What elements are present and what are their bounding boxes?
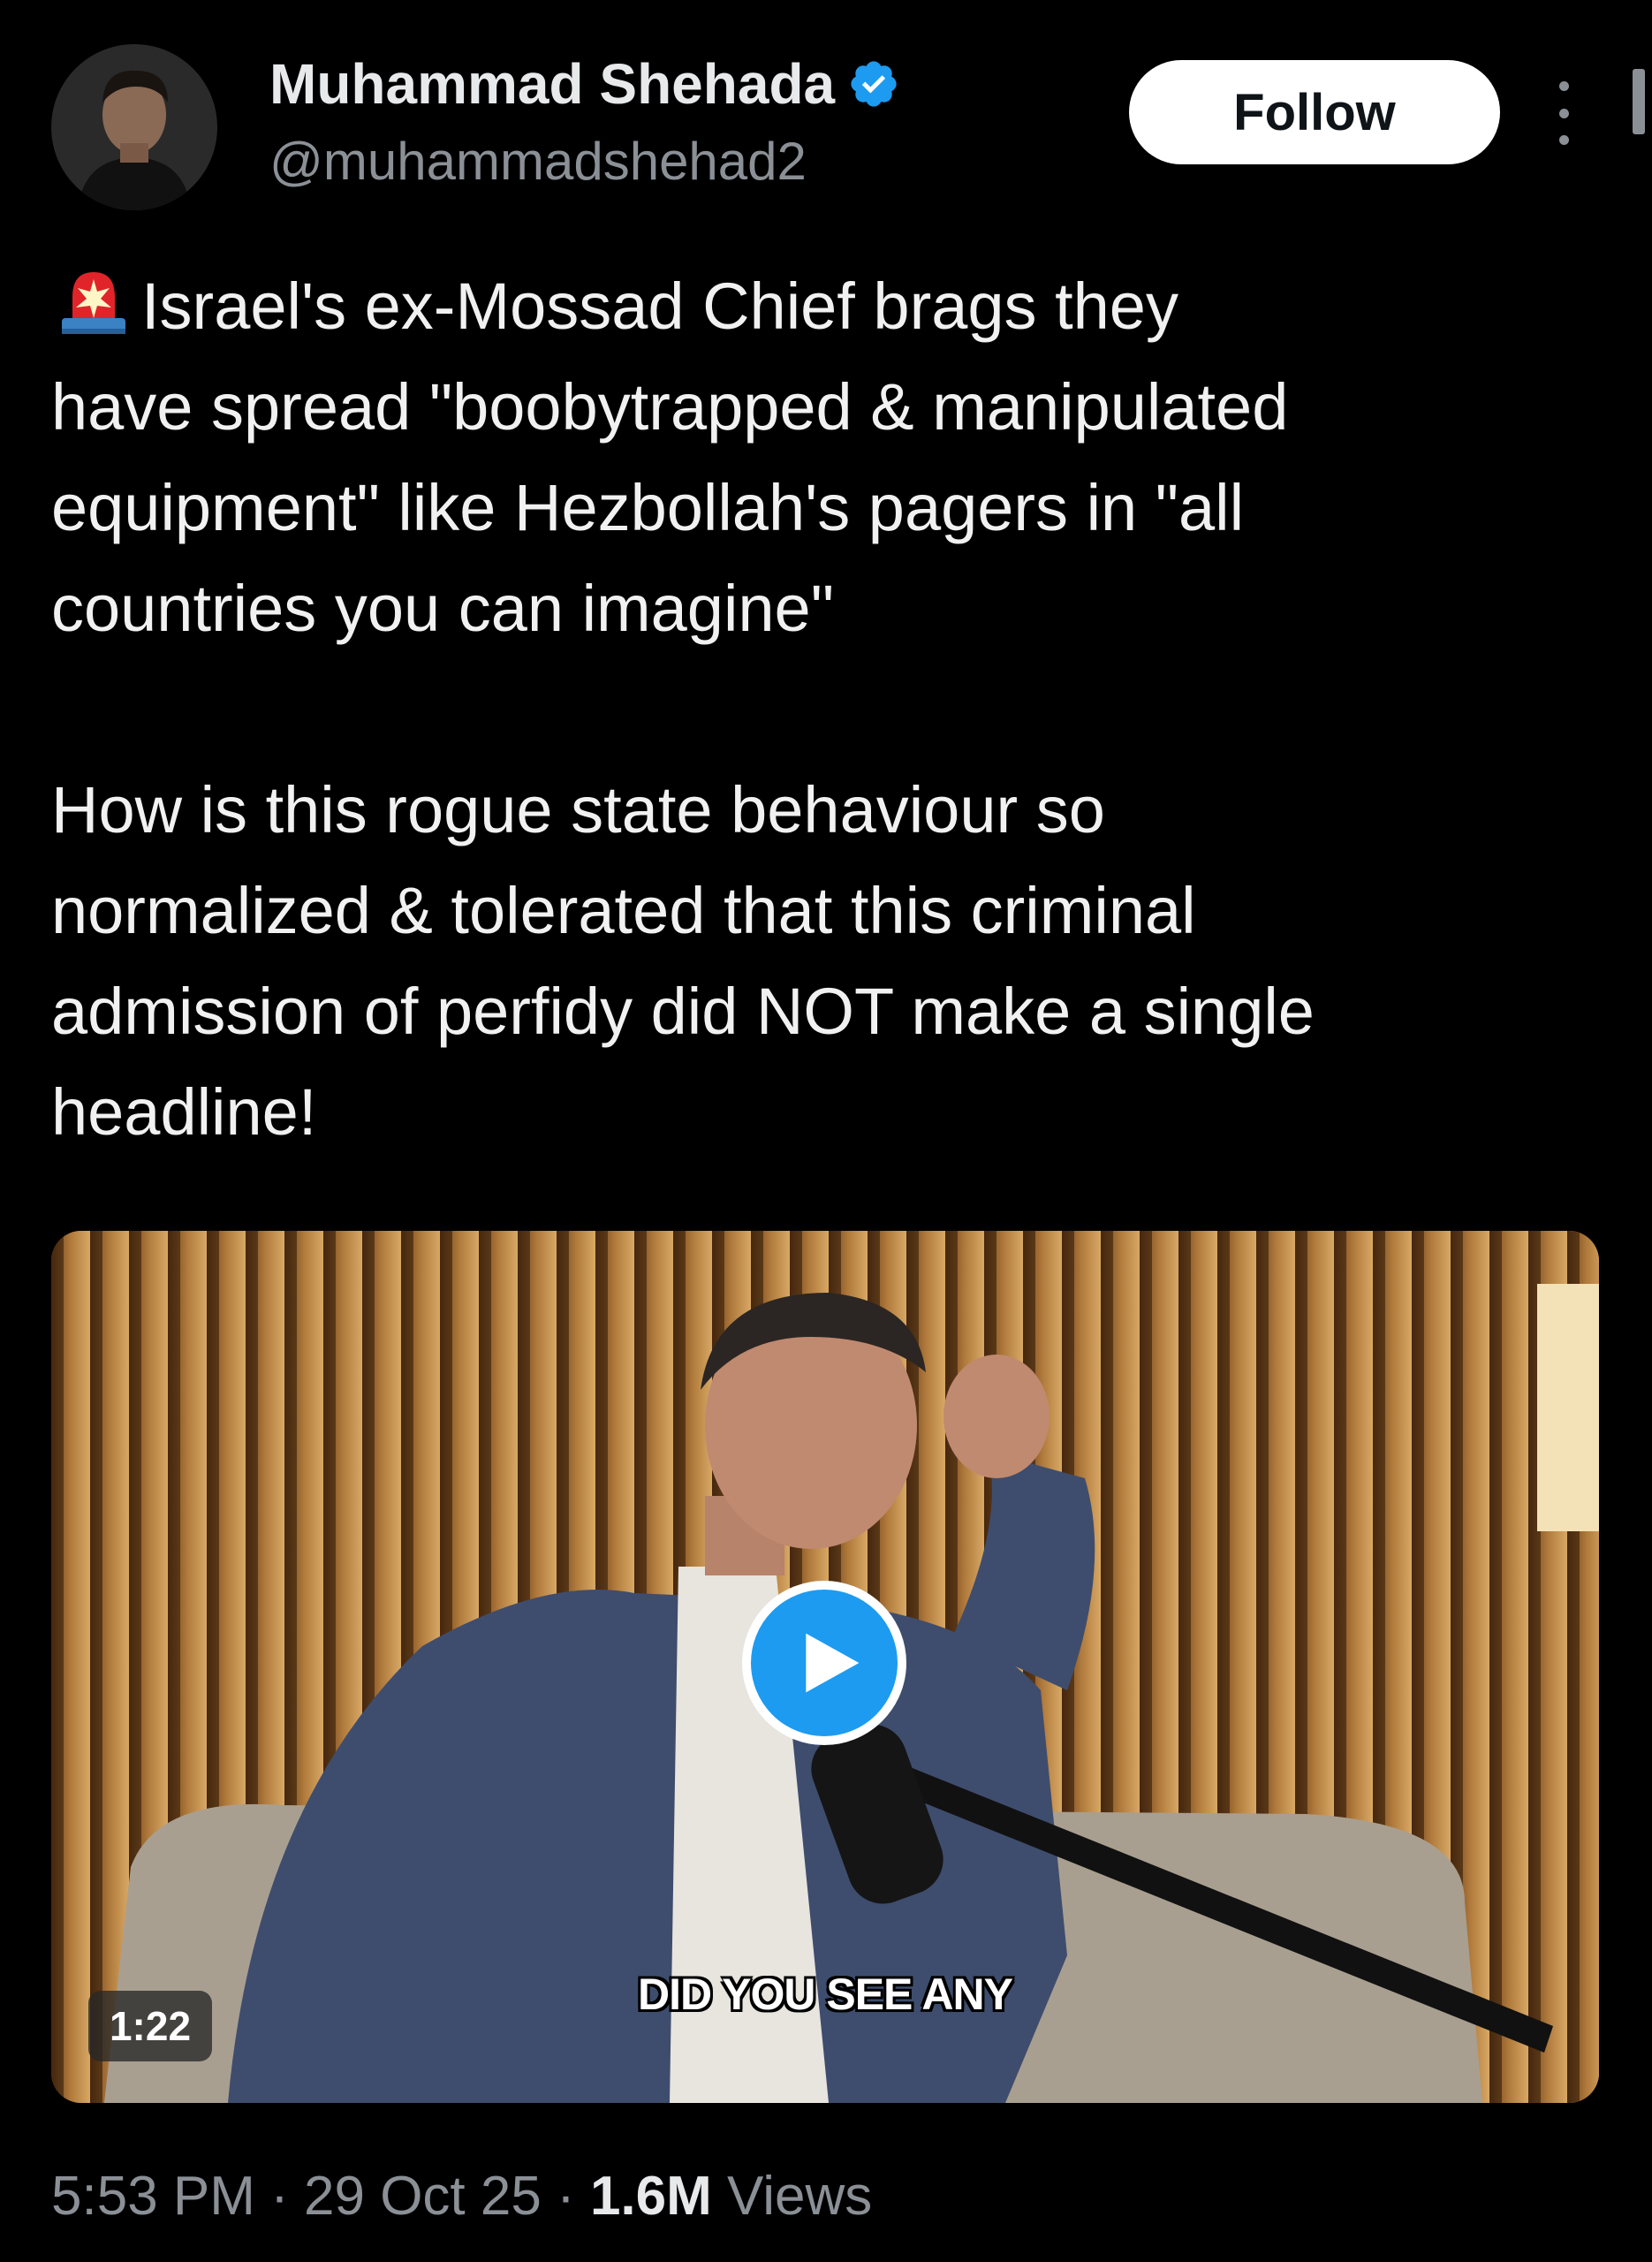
tweet-meta: 5:53 PM · 29 Oct 25 · 1.6M Views: [51, 2165, 872, 2228]
tweet-time[interactable]: 5:53 PM: [51, 2166, 255, 2227]
video-caption: DID YOU SEE ANY: [638, 1970, 1013, 2019]
verified-badge-icon: [851, 61, 897, 107]
author-handle[interactable]: @muhammadshehad2: [269, 131, 807, 192]
tweet-paragraph-2: How is this rogue state behaviour so nor…: [51, 773, 1315, 1149]
author-name-text: Muhammad Shehada: [269, 52, 836, 116]
author-display-name[interactable]: Muhammad Shehada: [269, 51, 900, 117]
tweet-paragraph-1: Israel's ex-Mossad Chief brags they have…: [51, 256, 1624, 659]
video-player[interactable]: DID YOU SEE ANY 1:22: [51, 1231, 1599, 2103]
tweet-paragraph-1-text: Israel's ex-Mossad Chief brags they have…: [51, 269, 1289, 645]
avatar-photo: [51, 44, 217, 210]
play-icon: [806, 1633, 860, 1693]
views-label: Views: [727, 2166, 873, 2227]
siren-icon: [62, 272, 125, 334]
video-duration-badge: 1:22: [88, 1991, 212, 2061]
meta-separator: ·: [541, 2166, 590, 2227]
meta-separator: ·: [254, 2166, 305, 2227]
more-vertical-icon[interactable]: [1546, 81, 1581, 145]
tweet-date[interactable]: 29 Oct 25: [304, 2166, 542, 2227]
play-button[interactable]: [742, 1581, 906, 1745]
follow-button[interactable]: Follow: [1129, 60, 1500, 164]
avatar[interactable]: [51, 44, 217, 210]
views-count[interactable]: 1.6M: [590, 2166, 712, 2227]
tweet-text: Israel's ex-Mossad Chief brags they have…: [51, 256, 1624, 1163]
scrollbar[interactable]: [1633, 69, 1645, 134]
